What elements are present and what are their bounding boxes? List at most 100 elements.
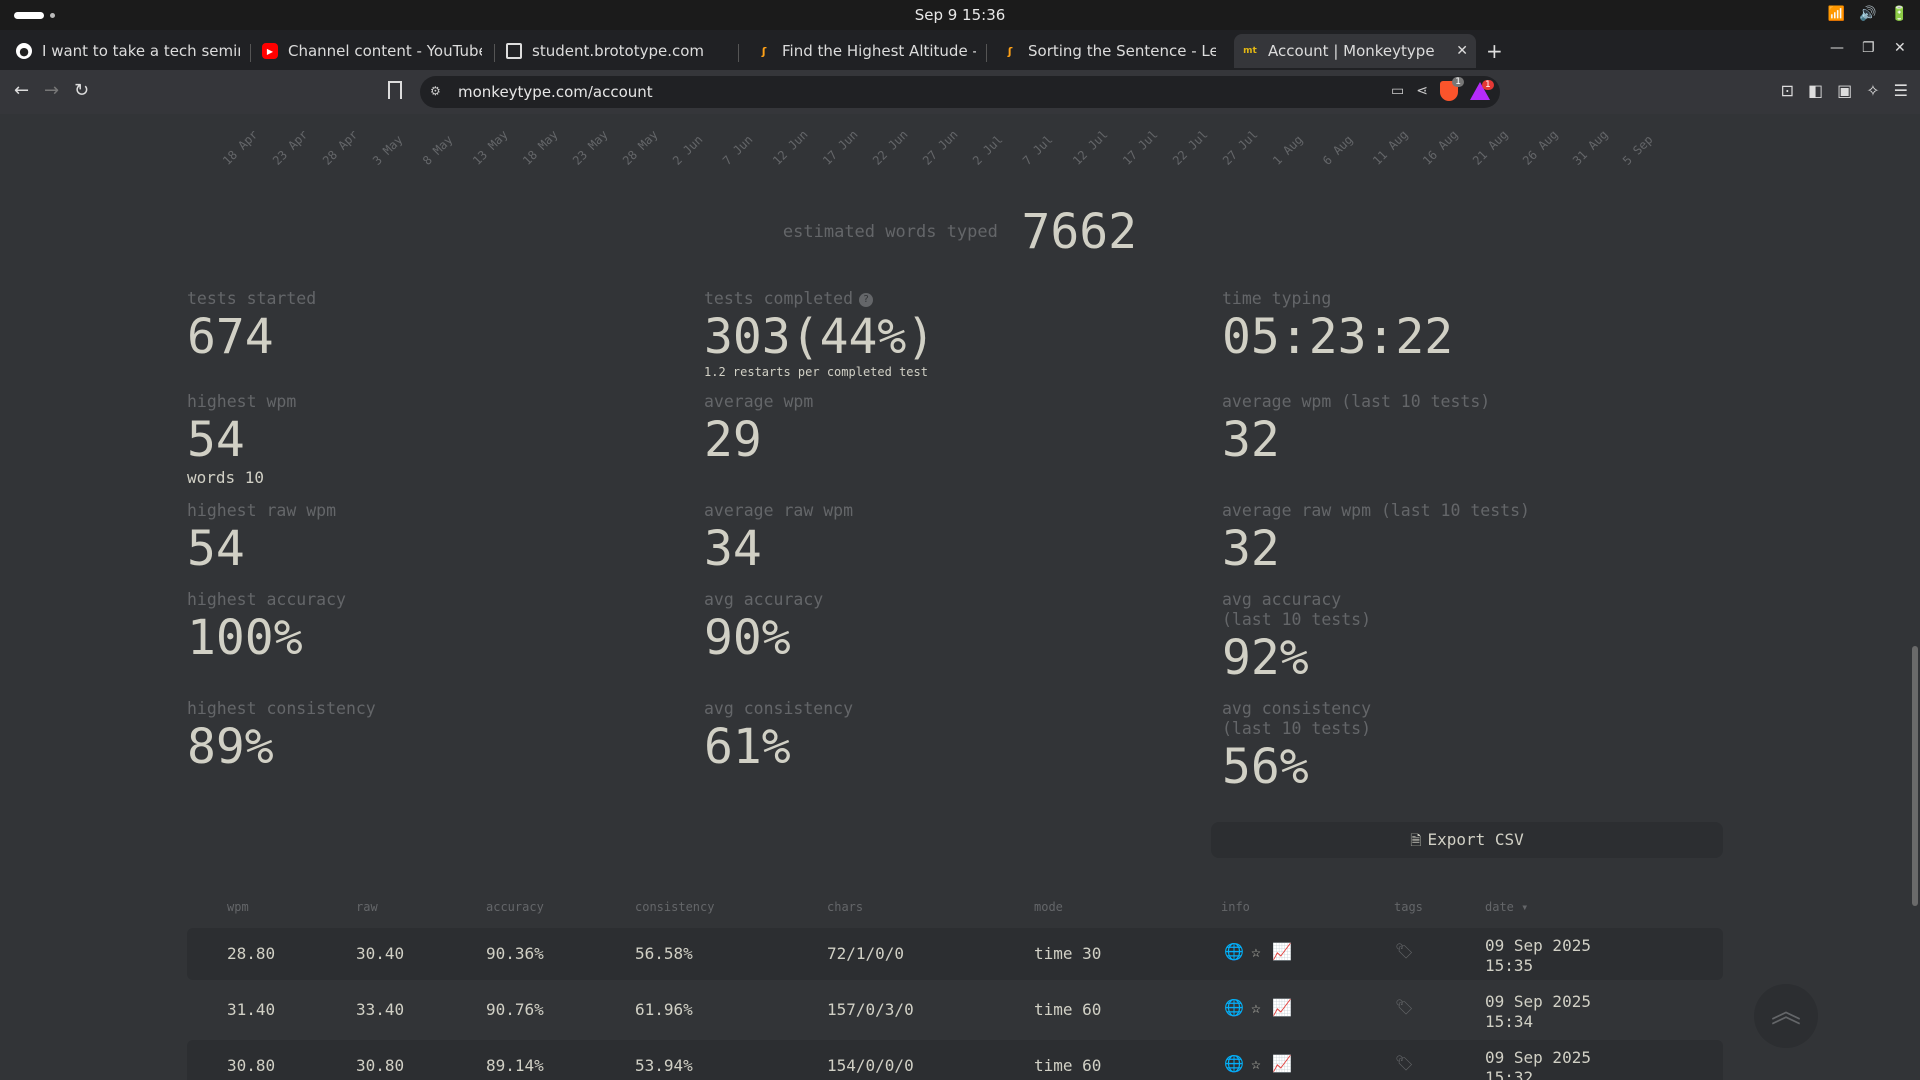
tab-title: I want to take a tech seminar [42,42,240,60]
file-csv-icon: 🗎 [1410,833,1422,849]
language-globe-icon[interactable]: 🌐 [1224,942,1244,961]
tab-strip: ● I want to take a tech seminar ▶ Channe… [0,30,1920,70]
x-axis-tick-label: 18 May [520,127,561,168]
x-axis-tick-label: 23 May [570,127,611,168]
help-icon[interactable]: ? [859,292,874,307]
cell-accuracy: 90.76% [486,1000,544,1019]
stat-average-raw-wpm-last10: average raw wpm (last 10 tests) 32 [1222,501,1530,577]
scrollbar-thumb[interactable] [1912,646,1918,906]
tab-github[interactable]: ● I want to take a tech seminar [8,34,248,68]
reload-icon[interactable]: ↻ [74,80,89,101]
menu-icon[interactable]: ☰ [1894,81,1908,100]
url-text[interactable]: monkeytype.com/account [458,83,653,101]
sidebar-icon[interactable]: ◧ [1808,81,1823,100]
col-mode[interactable]: mode [1034,900,1063,914]
row-info: 🌐 ☆ 📈 [1224,1054,1292,1073]
x-axis-tick-label: 18 Apr [220,127,261,168]
share-icon[interactable]: ⋖ [1416,83,1428,99]
x-axis-tick-label: 27 Jun [920,127,961,168]
x-axis-tick-label: 17 Jul [1120,127,1161,168]
stat-avg-consistency-last10: avg consistency (last 10 tests) 56% [1222,699,1372,795]
page-scrollbar[interactable] [1908,114,1920,1080]
screenshot-icon[interactable]: ⊡ [1781,81,1794,100]
chart-line-icon[interactable]: 📈 [1272,942,1292,961]
table-row: 30.80 30.80 89.14% 53.94% 154/0/0/0 time 60 🌐… [187,1040,1723,1080]
tab-leetcode-sorting[interactable]: ʃ Sorting the Sentence - LeetC [994,34,1224,68]
row-info: 🌐 ☆ 📈 [1224,998,1292,1017]
new-tab-button[interactable]: + [1486,39,1503,63]
cell-raw: 33.40 [356,1000,405,1019]
scroll-to-top-button[interactable]: ︽ [1754,984,1818,1048]
cell-consistency: 61.96% [635,1000,693,1019]
cell-consistency: 53.94% [635,1056,693,1075]
history-chart-x-axis: 18 Apr 23 Apr 28 Apr 3 May 8 May 13 May 18 May… [0,114,1920,174]
star-icon[interactable]: ☆ [1248,998,1264,1017]
forward-icon[interactable]: → [44,80,59,101]
stat-tests-started: tests started 674 [187,289,317,365]
address-bar[interactable]: ⚙ monkeytype.com/account ▭ ⋖ 1 1 [420,76,1500,108]
tab-brototype[interactable]: student.brototype.com [498,34,734,68]
system-tray[interactable]: 📶 🔊 🔋 [1828,6,1908,22]
tab-leetcode-altitude[interactable]: ʃ Find the Highest Altitude - Le [748,34,984,68]
stat-average-wpm: average wpm 29 [704,392,814,468]
x-axis-tick-label: 26 Aug [1520,127,1561,168]
cell-wpm: 28.80 [227,944,276,963]
close-tab-icon[interactable]: ✕ [1456,43,1468,59]
tag-icon[interactable]: 🏷 [1395,1054,1414,1072]
cell-mode: time 60 [1034,1056,1102,1075]
cast-icon[interactable]: ▭ [1391,83,1404,99]
x-axis-tick-label: 3 May [370,132,406,168]
wifi-icon: 📶 [1827,6,1846,22]
col-date[interactable]: date ▾ [1485,900,1528,914]
back-icon[interactable]: ← [14,80,29,101]
x-axis-tick-label: 31 Aug [1570,127,1611,168]
tab-title: Find the Highest Altitude - Le [782,42,976,60]
tag-icon[interactable]: 🏷 [1395,998,1414,1016]
tab-title: Account | Monkeytype [1268,42,1435,60]
col-wpm[interactable]: wpm [227,900,249,914]
bookmark-icon[interactable] [388,81,402,99]
x-axis-tick-label: 8 May [420,132,456,168]
tab-title: Channel content - YouTube St [288,42,482,60]
stat-highest-consistency: highest consistency 89% [187,699,376,775]
star-icon[interactable]: ☆ [1248,942,1264,961]
cell-wpm: 30.80 [227,1056,276,1075]
x-axis-tick-label: 5 Sep [1620,132,1656,168]
leo-ai-icon[interactable]: ✧ [1866,81,1879,100]
export-csv-button[interactable]: 🗎 Export CSV [1211,822,1723,858]
os-top-bar: Sep 9 15:36 📶 🔊 🔋 [0,0,1920,30]
wallet-icon[interactable]: ▣ [1837,81,1852,100]
col-chars[interactable]: chars [827,900,863,914]
estimated-words-typed: estimated words typed 7662 [0,204,1920,260]
language-globe-icon[interactable]: 🌐 [1224,1054,1244,1073]
close-window-icon[interactable]: ✕ [1894,40,1906,56]
restore-icon[interactable]: ❐ [1862,40,1875,56]
battery-icon: 🔋 [1890,6,1908,22]
x-axis-tick-label: 11 Aug [1370,127,1411,168]
tab-title: Sorting the Sentence - LeetC [1028,42,1216,60]
col-raw[interactable]: raw [356,900,378,914]
language-globe-icon[interactable]: 🌐 [1224,998,1244,1017]
brave-rewards-icon[interactable]: 1 [1470,80,1494,100]
x-axis-tick-label: 12 Jul [1070,127,1111,168]
stat-average-raw-wpm: average raw wpm 34 [704,501,854,577]
os-clock[interactable]: Sep 9 15:36 [0,6,1920,24]
tab-youtube[interactable]: ▶ Channel content - YouTube St [254,34,490,68]
chart-line-icon[interactable]: 📈 [1272,1054,1292,1073]
chart-line-icon[interactable]: 📈 [1272,998,1292,1017]
tag-icon[interactable]: 🏷 [1395,942,1414,960]
tab-monkeytype[interactable]: mt Account | Monkeytype ✕ [1234,34,1476,68]
col-tags: tags [1394,900,1423,914]
brave-shields-icon[interactable]: 1 [1440,77,1464,101]
x-axis-tick-label: 6 Aug [1320,132,1356,168]
stat-average-wpm-last10: average wpm (last 10 tests) 32 [1222,392,1491,468]
row-info: 🌐 ☆ 📈 [1224,942,1292,961]
leetcode-icon: ʃ [1007,44,1013,58]
site-info-icon[interactable]: ⚙ [430,84,441,98]
star-icon[interactable]: ☆ [1248,1054,1264,1073]
cell-chars: 154/0/0/0 [827,1056,914,1075]
x-axis-tick-label: 22 Jul [1170,127,1211,168]
col-accuracy[interactable]: accuracy [486,900,544,914]
minimize-icon[interactable]: — [1830,40,1844,56]
col-consistency[interactable]: consistency [635,900,714,914]
